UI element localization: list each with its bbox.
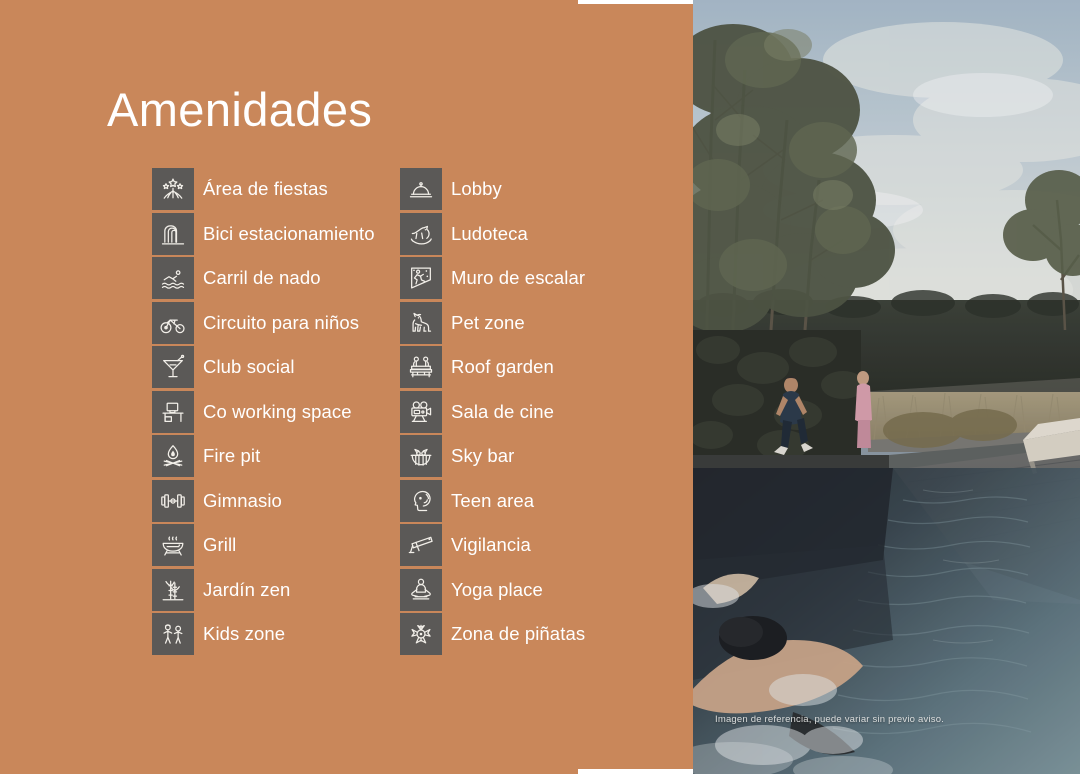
bike-parking-icon	[152, 212, 194, 255]
amenity-item-co-working-space[interactable]: Co working space	[152, 390, 400, 433]
teen-head-icon	[400, 479, 442, 522]
amenity-label: Teen area	[451, 489, 535, 511]
amenity-item-circuito-para-ninos[interactable]: Circuito para niños	[152, 301, 400, 344]
amenity-item-fire-pit[interactable]: Fire pit	[152, 435, 400, 477]
kids-bicycle-icon	[152, 301, 194, 344]
amenity-item-bici-estacionamiento[interactable]: Bici estacionamiento	[152, 212, 400, 255]
amenity-label: Kids zone	[203, 623, 286, 644]
amenity-item-sky-bar[interactable]: Sky bar	[400, 435, 648, 477]
amenity-item-jardin-zen[interactable]: Jardín zen	[152, 568, 400, 611]
amenity-item-teen-area[interactable]: Teen area	[400, 479, 648, 522]
pinata-icon	[400, 613, 442, 655]
amenity-label: Yoga place	[451, 578, 543, 600]
rocking-horse-icon	[400, 212, 442, 255]
children-icon	[152, 613, 194, 655]
amenity-label: Carril de nado	[203, 267, 321, 288]
amenities-list: Área de fiestas Lobby Bici estacionamien…	[152, 168, 672, 658]
amenity-item-muro-de-escalar[interactable]: Muro de escalar	[400, 257, 648, 299]
amenity-label: Co working space	[203, 400, 352, 422]
amenity-label: Lobby	[451, 178, 502, 199]
amenity-label: Roof garden	[451, 356, 554, 377]
amenity-label: Bici estacionamiento	[203, 222, 375, 244]
amenity-item-vigilancia[interactable]: Vigilancia	[400, 524, 648, 566]
amenity-label: Grill	[203, 534, 237, 555]
amenity-item-area-de-fiestas[interactable]: Área de fiestas	[152, 168, 400, 210]
amenity-item-gimnasio[interactable]: Gimnasio	[152, 479, 400, 522]
bbq-grill-icon	[152, 524, 194, 566]
amenity-label: Gimnasio	[203, 489, 282, 511]
cocktail-icon	[152, 346, 194, 388]
amenity-item-sala-de-cine[interactable]: Sala de cine	[400, 390, 648, 433]
amenity-item-carril-de-nado[interactable]: Carril de nado	[152, 257, 400, 299]
amenity-item-pet-zone[interactable]: Pet zone	[400, 301, 648, 344]
campfire-icon	[152, 435, 194, 477]
yoga-lotus-icon	[400, 568, 442, 611]
amenity-label: Ludoteca	[451, 222, 528, 244]
bamboo-icon	[152, 568, 194, 611]
cloche-icon	[400, 168, 442, 210]
amenity-label: Vigilancia	[451, 534, 531, 555]
page-notch-bottom	[578, 769, 693, 774]
amenity-item-yoga-place[interactable]: Yoga place	[400, 568, 648, 611]
amenity-item-ludoteca[interactable]: Ludoteca	[400, 212, 648, 255]
photo-illustration	[693, 0, 1080, 774]
dog-icon	[400, 301, 442, 344]
amenity-item-lobby[interactable]: Lobby	[400, 168, 648, 210]
amenity-label: Muro de escalar	[451, 267, 586, 288]
swim-lane-icon	[152, 257, 194, 299]
amenity-item-grill[interactable]: Grill	[152, 524, 400, 566]
amenities-slide: Imagen de referencia, puede variar sin p…	[0, 0, 1080, 774]
amenity-label: Fire pit	[203, 445, 261, 466]
amenity-label: Jardín zen	[203, 578, 291, 600]
amenity-label: Área de fiestas	[203, 178, 328, 199]
movie-camera-icon	[400, 390, 442, 433]
fireworks-icon	[152, 168, 194, 210]
amenity-label: Sala de cine	[451, 400, 555, 422]
dumbbell-icon	[152, 479, 194, 522]
planter-bench-icon	[400, 346, 442, 388]
amenity-item-club-social[interactable]: Club social	[152, 346, 400, 388]
amenity-label: Circuito para niños	[203, 311, 360, 333]
amenity-label: Club social	[203, 356, 295, 377]
amenity-label: Zona de piñatas	[451, 623, 586, 644]
sky-bar-icon	[400, 435, 442, 477]
desk-computer-icon	[152, 390, 194, 433]
security-camera-icon	[400, 524, 442, 566]
amenity-item-kids-zone[interactable]: Kids zone	[152, 613, 400, 655]
amenity-label: Pet zone	[451, 311, 525, 333]
amenity-item-zona-de-pinatas[interactable]: Zona de piñatas	[400, 613, 648, 655]
climbing-wall-icon	[400, 257, 442, 299]
photo-caption: Imagen de referencia, puede variar sin p…	[715, 714, 945, 725]
reference-photo: Imagen de referencia, puede variar sin p…	[693, 0, 1080, 774]
page-notch-top	[578, 0, 693, 4]
page-title: Amenidades	[107, 83, 373, 137]
amenity-item-roof-garden[interactable]: Roof garden	[400, 346, 648, 388]
amenity-label: Sky bar	[451, 445, 515, 466]
